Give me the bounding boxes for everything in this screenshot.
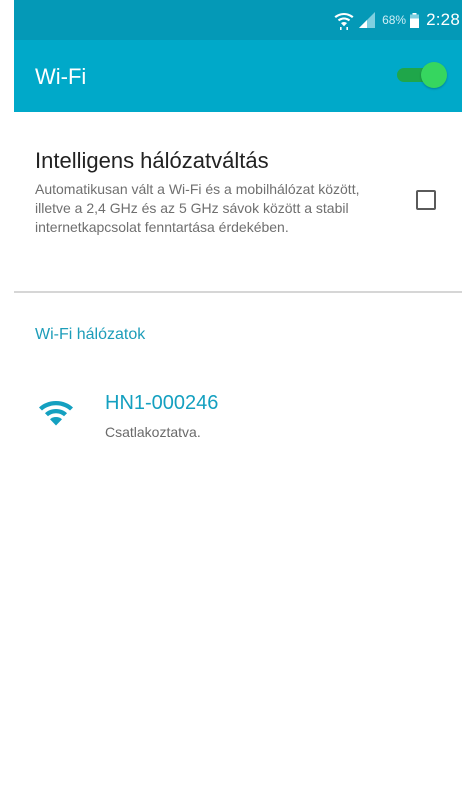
wifi-master-toggle[interactable] (397, 60, 449, 90)
network-status: Csatlakoztatva. (105, 424, 201, 440)
smart-network-switch-row[interactable]: Intelligens hálózatváltás Automatikusan … (14, 112, 462, 292)
battery-icon (410, 12, 420, 28)
battery-percent: 68% (382, 13, 407, 27)
action-bar: Wi-Fi (14, 40, 462, 112)
wifi-networks-header: Wi-Fi hálózatok (35, 326, 146, 343)
cellular-signal-icon (358, 11, 376, 29)
status-time: 2:28 (426, 10, 460, 29)
smart-network-switch-title: Intelligens hálózatváltás (35, 148, 269, 173)
divider (14, 291, 462, 293)
toggle-thumb (421, 62, 447, 88)
wifi-icon (334, 10, 354, 30)
smart-network-switch-description: Automatikusan vált a Wi-Fi és a mobilhál… (35, 181, 360, 235)
page-title: Wi-Fi (35, 64, 87, 89)
wifi-signal-full-icon (38, 399, 74, 429)
network-list-item[interactable]: HN1-000246 Csatlakoztatva. (14, 372, 462, 452)
status-bar: 68% 2:28 (14, 0, 462, 40)
network-name: HN1-000246 (105, 392, 219, 414)
wifi-settings-screen: 68% 2:28 Wi-Fi Intelligens hálózatváltás… (0, 0, 462, 807)
smart-network-switch-checkbox[interactable] (416, 190, 436, 210)
